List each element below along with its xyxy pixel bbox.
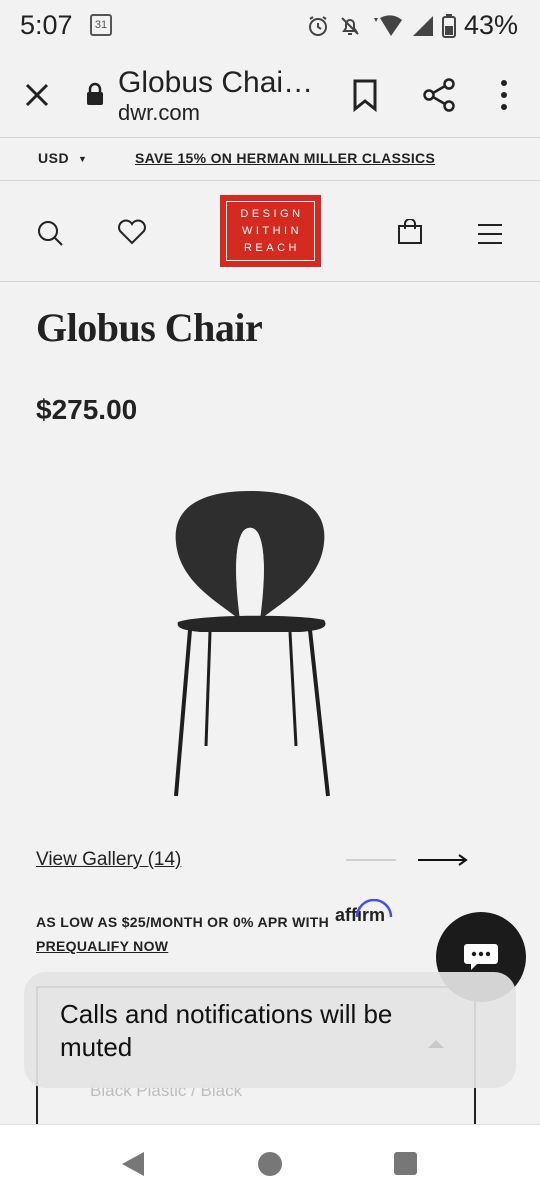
- share-icon[interactable]: [422, 78, 456, 112]
- site-header: DESIGN WITHIN REACH: [0, 181, 540, 282]
- gallery-next-arrow-icon[interactable]: [418, 853, 468, 867]
- logo-line: WITHIN: [241, 224, 303, 237]
- toast-notification: Calls and notifications will be muted: [24, 972, 516, 1088]
- system-nav-bar: [0, 1124, 540, 1200]
- cell-signal-icon: [412, 15, 433, 36]
- browser-toolbar: Globus Chai… dwr.com: [0, 52, 540, 138]
- notifications-off-icon: [341, 16, 359, 35]
- product-price: $275.00: [36, 394, 138, 425]
- financing-text: AS LOW AS $25/MONTH OR 0% APR WITH: [36, 914, 330, 930]
- bookmark-icon[interactable]: [350, 78, 380, 112]
- battery-percent: 43%: [463, 10, 518, 40]
- chat-icon: [464, 944, 498, 970]
- gallery-prev-arrow-icon[interactable]: [346, 858, 396, 862]
- select-caret-icon: [428, 1040, 444, 1048]
- toast-message: Calls and notifications will be muted: [60, 999, 393, 1062]
- promo-bar: USD ▼ SAVE 15% ON HERMAN MILLER CLASSICS: [0, 139, 540, 181]
- caret-down-icon[interactable]: ▼: [78, 154, 87, 164]
- lock-icon[interactable]: [86, 82, 104, 106]
- alarm-icon: [308, 15, 327, 36]
- currency-selector[interactable]: USD: [38, 150, 69, 166]
- site-logo[interactable]: DESIGN WITHIN REACH: [220, 195, 321, 267]
- view-gallery-link[interactable]: View Gallery (14): [36, 849, 181, 871]
- status-bar: 5:07 31 43%: [0, 0, 540, 52]
- search-icon[interactable]: [36, 219, 64, 247]
- product-image[interactable]: [160, 488, 340, 800]
- status-icons: 43%: [306, 10, 518, 41]
- promo-link[interactable]: SAVE 15% ON HERMAN MILLER CLASSICS: [135, 150, 435, 166]
- close-icon[interactable]: [22, 80, 52, 110]
- calendar-icon: 31: [90, 14, 112, 36]
- battery-icon: [441, 13, 456, 38]
- hamburger-menu-icon[interactable]: [477, 223, 503, 245]
- nav-recents-icon[interactable]: [394, 1152, 417, 1175]
- nav-back-icon[interactable]: [122, 1152, 144, 1176]
- logo-line: REACH: [243, 241, 300, 254]
- shopping-bag-icon[interactable]: [397, 219, 423, 245]
- prequalify-link[interactable]: PREQUALIFY NOW: [36, 938, 168, 954]
- product-title: Globus Chair: [36, 305, 263, 350]
- page-title[interactable]: Globus Chai…: [118, 66, 313, 100]
- status-time: 5:07: [20, 10, 73, 40]
- nav-home-icon[interactable]: [258, 1152, 282, 1176]
- logo-line: DESIGN: [240, 207, 304, 220]
- wifi-icon: [373, 14, 402, 36]
- more-vert-icon[interactable]: [492, 78, 516, 112]
- affirm-arc-icon: [355, 899, 393, 918]
- heart-icon[interactable]: [117, 219, 147, 245]
- url-domain[interactable]: dwr.com: [118, 100, 200, 126]
- affirm-logo: affirm: [335, 899, 393, 926]
